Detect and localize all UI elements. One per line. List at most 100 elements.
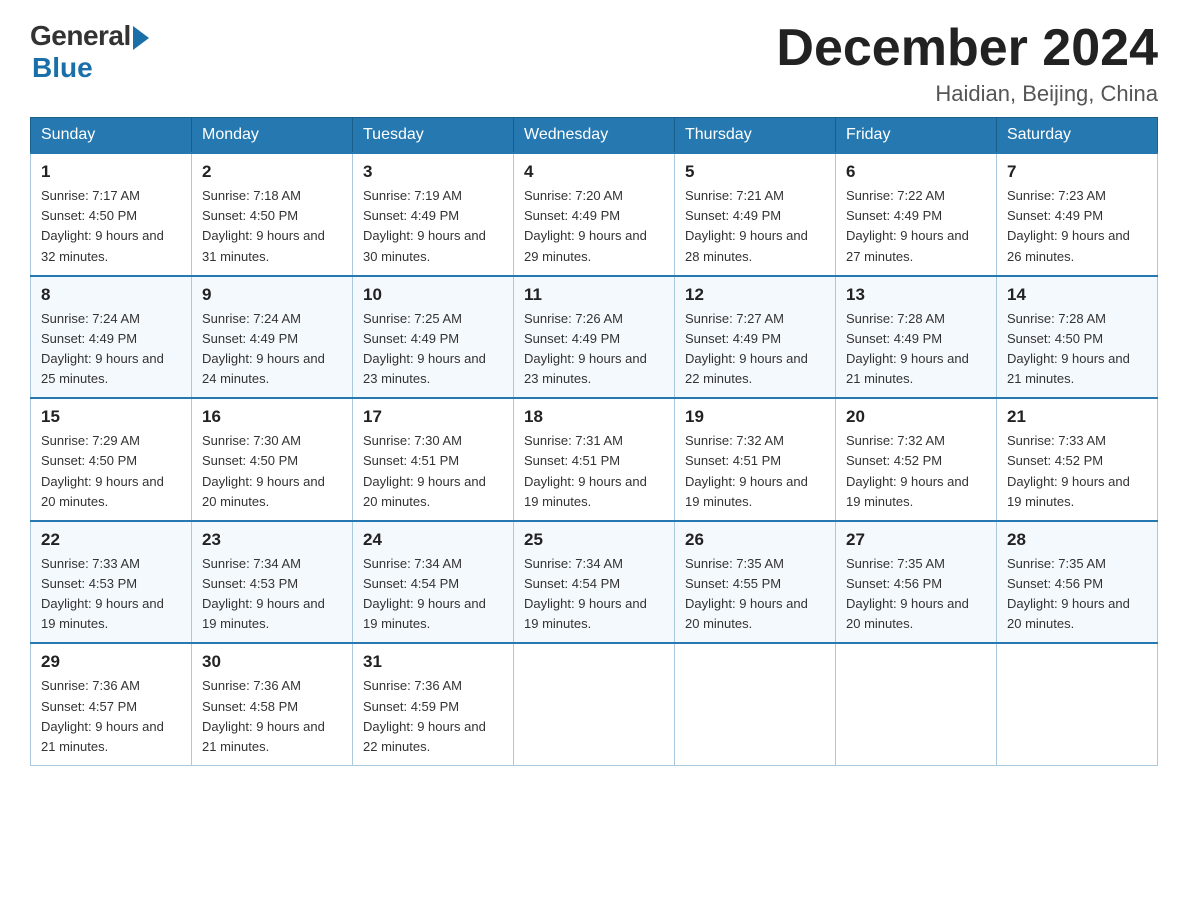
- day-info: Sunrise: 7:29 AMSunset: 4:50 PMDaylight:…: [41, 431, 181, 512]
- day-info: Sunrise: 7:32 AMSunset: 4:52 PMDaylight:…: [846, 431, 986, 512]
- day-info: Sunrise: 7:32 AMSunset: 4:51 PMDaylight:…: [685, 431, 825, 512]
- header-thursday: Thursday: [675, 118, 836, 154]
- day-info: Sunrise: 7:25 AMSunset: 4:49 PMDaylight:…: [363, 309, 503, 390]
- calendar-cell: 19Sunrise: 7:32 AMSunset: 4:51 PMDayligh…: [675, 398, 836, 521]
- day-info: Sunrise: 7:31 AMSunset: 4:51 PMDaylight:…: [524, 431, 664, 512]
- day-number: 3: [363, 162, 503, 182]
- calendar-cell: 8 Sunrise: 7:24 AMSunset: 4:49 PMDaylight…: [31, 276, 192, 399]
- calendar-week-row: 1 Sunrise: 7:17 AMSunset: 4:50 PMDaylight…: [31, 153, 1158, 276]
- page-header: General Blue December 2024 Haidian, Beij…: [30, 20, 1158, 107]
- day-info: Sunrise: 7:35 AMSunset: 4:56 PMDaylight:…: [1007, 554, 1147, 635]
- day-info: Sunrise: 7:36 AMSunset: 4:57 PMDaylight:…: [41, 676, 181, 757]
- calendar-cell: 29 Sunrise: 7:36 AMSunset: 4:57 PMDayligh…: [31, 643, 192, 765]
- day-info: Sunrise: 7:30 AMSunset: 4:51 PMDaylight:…: [363, 431, 503, 512]
- calendar-cell: 18 Sunrise: 7:31 AMSunset: 4:51 PMDayligh…: [514, 398, 675, 521]
- header-tuesday: Tuesday: [353, 118, 514, 154]
- calendar-cell: 14 Sunrise: 7:28 AMSunset: 4:50 PMDayligh…: [997, 276, 1158, 399]
- day-number: 4: [524, 162, 664, 182]
- calendar-cell: 11Sunrise: 7:26 AMSunset: 4:49 PMDayligh…: [514, 276, 675, 399]
- logo-arrow-icon: [133, 26, 149, 50]
- day-info: Sunrise: 7:34 AMSunset: 4:54 PMDaylight:…: [524, 554, 664, 635]
- location-title: Haidian, Beijing, China: [776, 81, 1158, 107]
- calendar-cell: 25 Sunrise: 7:34 AMSunset: 4:54 PMDayligh…: [514, 521, 675, 644]
- calendar-cell: 4 Sunrise: 7:20 AMSunset: 4:49 PMDaylight…: [514, 153, 675, 276]
- day-number: 1: [41, 162, 181, 182]
- day-number: 30: [202, 652, 342, 672]
- logo: General Blue: [30, 20, 149, 84]
- day-info: Sunrise: 7:28 AMSunset: 4:49 PMDaylight:…: [846, 309, 986, 390]
- day-info: Sunrise: 7:22 AMSunset: 4:49 PMDaylight:…: [846, 186, 986, 267]
- day-number: 6: [846, 162, 986, 182]
- calendar-week-row: 15 Sunrise: 7:29 AMSunset: 4:50 PMDayligh…: [31, 398, 1158, 521]
- calendar-cell: 5Sunrise: 7:21 AMSunset: 4:49 PMDaylight…: [675, 153, 836, 276]
- calendar-cell: 16 Sunrise: 7:30 AMSunset: 4:50 PMDayligh…: [192, 398, 353, 521]
- day-info: Sunrise: 7:35 AMSunset: 4:55 PMDaylight:…: [685, 554, 825, 635]
- day-info: Sunrise: 7:24 AMSunset: 4:49 PMDaylight:…: [202, 309, 342, 390]
- calendar-cell: 12 Sunrise: 7:27 AMSunset: 4:49 PMDayligh…: [675, 276, 836, 399]
- calendar-cell: 23Sunrise: 7:34 AMSunset: 4:53 PMDayligh…: [192, 521, 353, 644]
- logo-top: General: [30, 20, 149, 52]
- day-info: Sunrise: 7:26 AMSunset: 4:49 PMDaylight:…: [524, 309, 664, 390]
- day-info: Sunrise: 7:24 AMSunset: 4:49 PMDaylight:…: [41, 309, 181, 390]
- day-number: 24: [363, 530, 503, 550]
- calendar-cell: 31Sunrise: 7:36 AMSunset: 4:59 PMDayligh…: [353, 643, 514, 765]
- title-block: December 2024 Haidian, Beijing, China: [776, 20, 1158, 107]
- calendar-cell: 6 Sunrise: 7:22 AMSunset: 4:49 PMDaylight…: [836, 153, 997, 276]
- logo-blue-text: Blue: [32, 52, 93, 84]
- calendar-cell: 21Sunrise: 7:33 AMSunset: 4:52 PMDayligh…: [997, 398, 1158, 521]
- day-info: Sunrise: 7:17 AMSunset: 4:50 PMDaylight:…: [41, 186, 181, 267]
- day-number: 29: [41, 652, 181, 672]
- header-friday: Friday: [836, 118, 997, 154]
- day-number: 15: [41, 407, 181, 427]
- header-wednesday: Wednesday: [514, 118, 675, 154]
- day-number: 7: [1007, 162, 1147, 182]
- calendar-cell: [675, 643, 836, 765]
- day-info: Sunrise: 7:34 AMSunset: 4:53 PMDaylight:…: [202, 554, 342, 635]
- calendar-cell: 1 Sunrise: 7:17 AMSunset: 4:50 PMDaylight…: [31, 153, 192, 276]
- day-info: Sunrise: 7:30 AMSunset: 4:50 PMDaylight:…: [202, 431, 342, 512]
- calendar-cell: 22 Sunrise: 7:33 AMSunset: 4:53 PMDayligh…: [31, 521, 192, 644]
- calendar-week-row: 8 Sunrise: 7:24 AMSunset: 4:49 PMDaylight…: [31, 276, 1158, 399]
- day-info: Sunrise: 7:35 AMSunset: 4:56 PMDaylight:…: [846, 554, 986, 635]
- day-info: Sunrise: 7:36 AMSunset: 4:59 PMDaylight:…: [363, 676, 503, 757]
- header-monday: Monday: [192, 118, 353, 154]
- day-number: 22: [41, 530, 181, 550]
- day-number: 16: [202, 407, 342, 427]
- day-number: 21: [1007, 407, 1147, 427]
- calendar-cell: [514, 643, 675, 765]
- calendar-cell: [997, 643, 1158, 765]
- day-info: Sunrise: 7:19 AMSunset: 4:49 PMDaylight:…: [363, 186, 503, 267]
- day-info: Sunrise: 7:27 AMSunset: 4:49 PMDaylight:…: [685, 309, 825, 390]
- day-info: Sunrise: 7:33 AMSunset: 4:53 PMDaylight:…: [41, 554, 181, 635]
- day-info: Sunrise: 7:21 AMSunset: 4:49 PMDaylight:…: [685, 186, 825, 267]
- day-number: 2: [202, 162, 342, 182]
- header-saturday: Saturday: [997, 118, 1158, 154]
- day-info: Sunrise: 7:20 AMSunset: 4:49 PMDaylight:…: [524, 186, 664, 267]
- day-number: 20: [846, 407, 986, 427]
- day-number: 8: [41, 285, 181, 305]
- day-number: 18: [524, 407, 664, 427]
- day-info: Sunrise: 7:23 AMSunset: 4:49 PMDaylight:…: [1007, 186, 1147, 267]
- calendar-cell: 28 Sunrise: 7:35 AMSunset: 4:56 PMDayligh…: [997, 521, 1158, 644]
- calendar-week-row: 22 Sunrise: 7:33 AMSunset: 4:53 PMDayligh…: [31, 521, 1158, 644]
- calendar-cell: 10Sunrise: 7:25 AMSunset: 4:49 PMDayligh…: [353, 276, 514, 399]
- calendar-header-row: SundayMondayTuesdayWednesdayThursdayFrid…: [31, 118, 1158, 154]
- calendar-cell: 17 Sunrise: 7:30 AMSunset: 4:51 PMDayligh…: [353, 398, 514, 521]
- day-number: 25: [524, 530, 664, 550]
- calendar-cell: 3 Sunrise: 7:19 AMSunset: 4:49 PMDaylight…: [353, 153, 514, 276]
- day-info: Sunrise: 7:28 AMSunset: 4:50 PMDaylight:…: [1007, 309, 1147, 390]
- day-number: 14: [1007, 285, 1147, 305]
- day-number: 26: [685, 530, 825, 550]
- calendar-cell: 15 Sunrise: 7:29 AMSunset: 4:50 PMDayligh…: [31, 398, 192, 521]
- day-number: 17: [363, 407, 503, 427]
- calendar-cell: 2Sunrise: 7:18 AMSunset: 4:50 PMDaylight…: [192, 153, 353, 276]
- calendar-cell: [836, 643, 997, 765]
- day-number: 28: [1007, 530, 1147, 550]
- day-info: Sunrise: 7:36 AMSunset: 4:58 PMDaylight:…: [202, 676, 342, 757]
- logo-general-text: General: [30, 20, 131, 52]
- calendar-cell: 13Sunrise: 7:28 AMSunset: 4:49 PMDayligh…: [836, 276, 997, 399]
- day-number: 12: [685, 285, 825, 305]
- calendar-week-row: 29 Sunrise: 7:36 AMSunset: 4:57 PMDayligh…: [31, 643, 1158, 765]
- calendar-cell: 30 Sunrise: 7:36 AMSunset: 4:58 PMDayligh…: [192, 643, 353, 765]
- day-number: 27: [846, 530, 986, 550]
